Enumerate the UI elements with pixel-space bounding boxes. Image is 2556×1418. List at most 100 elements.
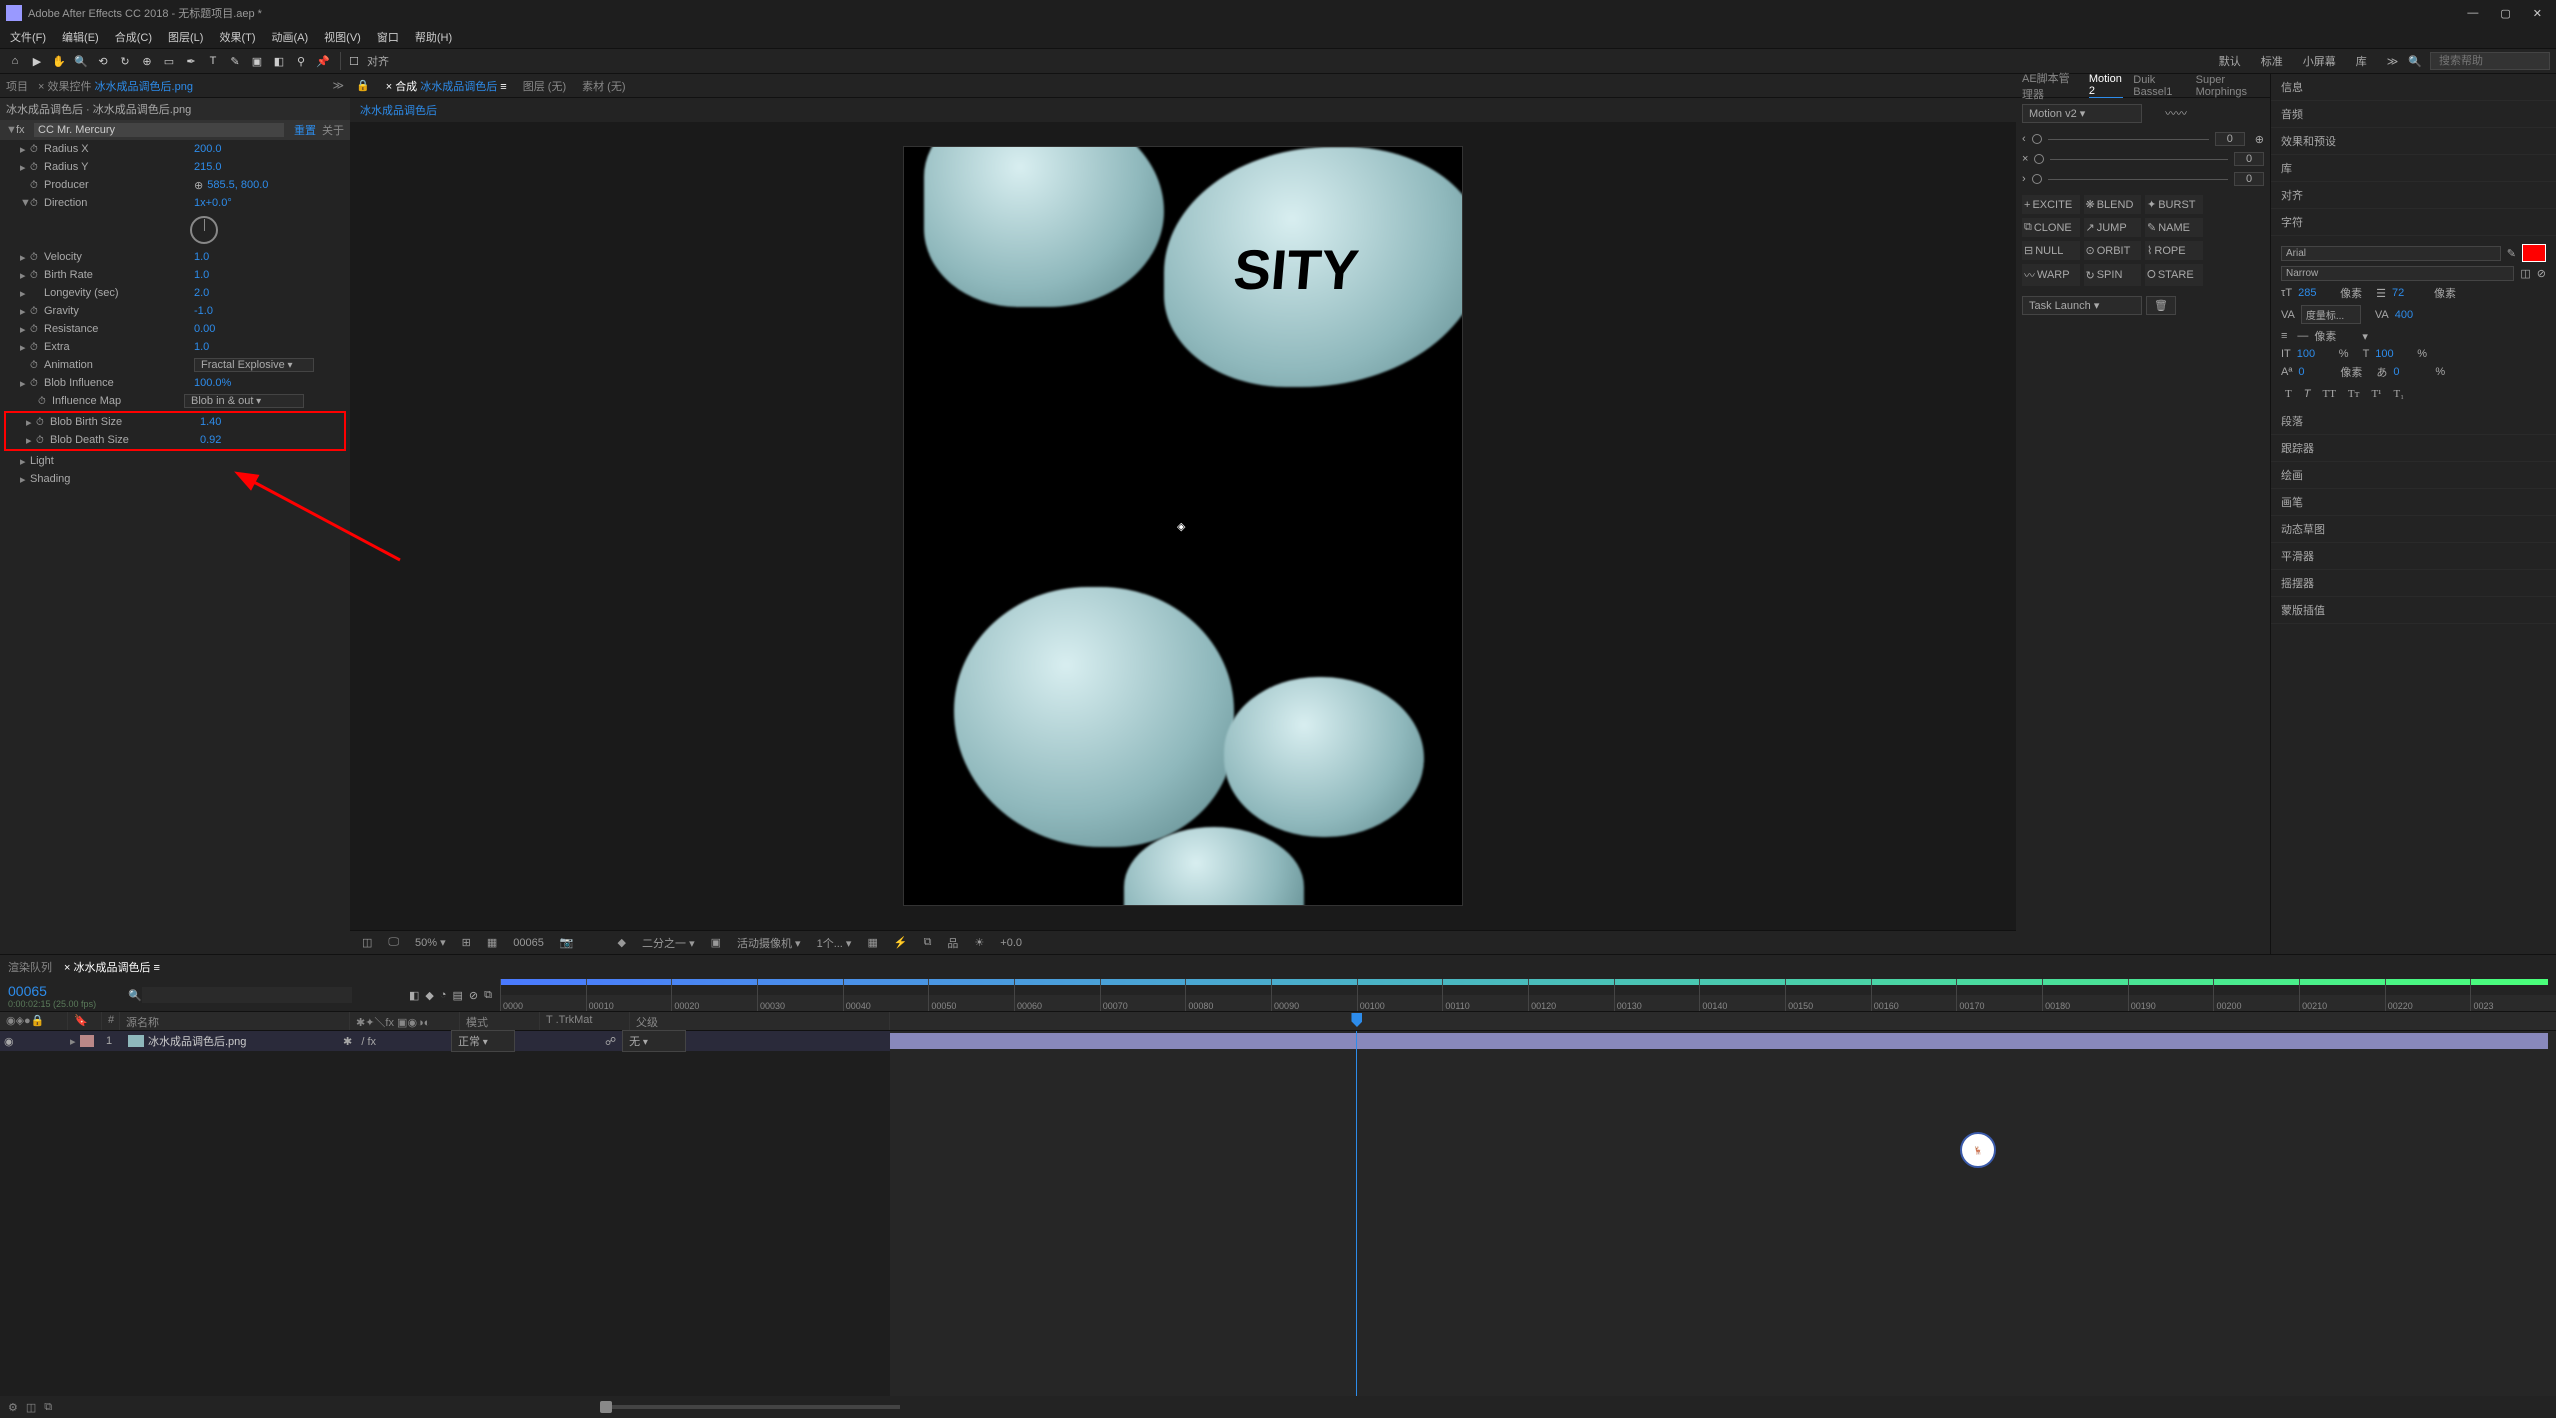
panel-audio[interactable]: 音频 (2271, 101, 2556, 128)
stopwatch-icon[interactable]: ⏱ (30, 342, 40, 353)
col-trkmat[interactable]: T .TrkMat (540, 1012, 630, 1030)
motion-blur-icon[interactable]: ⊘ (469, 989, 478, 1002)
pen-tool-icon[interactable]: ✒ (182, 52, 200, 70)
bold-button[interactable]: T (2281, 386, 2296, 402)
effect-name[interactable]: CC Mr. Mercury (34, 123, 284, 137)
color-swatch[interactable] (2522, 244, 2546, 262)
task-delete-button[interactable]: 🗑 (2146, 296, 2176, 315)
menu-layer[interactable]: 图层(L) (162, 27, 209, 47)
effect-about[interactable]: 关于 (322, 122, 344, 138)
ws-more[interactable]: ≫ (2377, 53, 2409, 70)
panel-menu-icon[interactable]: ≫ (332, 79, 344, 92)
flowchart-icon[interactable]: 品 (943, 935, 962, 951)
hscale-value[interactable]: 100 (2375, 348, 2411, 360)
font-dropdown[interactable]: Arial (2281, 246, 2501, 261)
panel-align[interactable]: 对齐 (2271, 182, 2556, 209)
tool-name[interactable]: ✎NAME (2145, 218, 2203, 237)
col-source[interactable]: 源名称 (120, 1012, 350, 1030)
stopwatch-icon[interactable]: ⏱ (30, 378, 40, 389)
panel-maskinterp[interactable]: 蒙版插值 (2271, 597, 2556, 624)
snap-toggle[interactable]: ☐ (345, 52, 363, 70)
canvas[interactable]: SITY ◈ (903, 146, 1463, 906)
graph-editor-icon[interactable]: ⧉ (484, 989, 492, 1002)
puppet-tool-icon[interactable]: 📌 (314, 52, 332, 70)
menu-effect[interactable]: 效果(T) (213, 27, 261, 47)
selection-tool-icon[interactable]: ▶ (28, 52, 46, 70)
panel-tracker[interactable]: 跟踪器 (2271, 435, 2556, 462)
tab-footage[interactable]: 素材 (无) (582, 78, 625, 94)
panel-brush[interactable]: 画笔 (2271, 489, 2556, 516)
timeline-search-input[interactable] (142, 987, 352, 1003)
tool-orbit[interactable]: ⊙ORBIT (2084, 241, 2142, 260)
kerning-dropdown[interactable]: 度量标... (2301, 305, 2361, 324)
visibility-icon[interactable]: ◉ (4, 1035, 20, 1048)
nofill-icon[interactable]: ⊘ (2537, 267, 2546, 280)
anchor-tool-icon[interactable]: ⊕ (138, 52, 156, 70)
menu-file[interactable]: 文件(F) (4, 27, 52, 47)
extra-value[interactable]: 1.0 (194, 341, 209, 353)
tool-spin[interactable]: ↻SPIN (2084, 264, 2142, 286)
menu-help[interactable]: 帮助(H) (409, 27, 458, 47)
display-icon[interactable]: 🖵 (384, 936, 403, 949)
maximize-button[interactable]: ▢ (2500, 7, 2510, 20)
fast-preview-icon[interactable]: ⚡ (890, 936, 912, 949)
panel-paragraph[interactable]: 段落 (2271, 408, 2556, 435)
direction-dial[interactable] (190, 216, 218, 244)
stopwatch-icon[interactable]: ⏱ (30, 162, 40, 173)
tsume-value[interactable]: 0 (2393, 366, 2429, 378)
stopwatch-icon[interactable]: ⏱ (30, 144, 40, 155)
stopwatch-icon[interactable]: ⏱ (30, 180, 40, 191)
radius-y-value[interactable]: 215.0 (194, 161, 222, 173)
search-icon[interactable]: 🔍 (128, 989, 142, 1002)
menu-window[interactable]: 窗口 (371, 27, 405, 47)
tab-motion2[interactable]: Motion 2 (2089, 73, 2123, 98)
stopwatch-icon[interactable]: ⏱ (30, 252, 40, 263)
toggle-in-out-icon[interactable]: ⧉ (44, 1401, 52, 1414)
font-size-value[interactable]: 285 (2298, 287, 2334, 299)
search-icon[interactable]: 🔍 (2408, 55, 2422, 68)
timecode-display[interactable]: 00065 (509, 937, 548, 949)
res-icon[interactable]: ⊞ (458, 936, 475, 949)
tool-null[interactable]: ⊟NULL (2022, 241, 2080, 260)
slider-handle[interactable] (2032, 134, 2042, 144)
zoom-dropdown[interactable]: 50% ▾ (411, 936, 450, 949)
velocity-value[interactable]: 1.0 (194, 251, 209, 263)
stroke-swatch[interactable]: ◫ (2520, 267, 2530, 280)
tool-excite[interactable]: +EXCITE (2022, 195, 2080, 214)
panel-smoother[interactable]: 平滑器 (2271, 543, 2556, 570)
transparency-icon[interactable]: ▦ (483, 936, 501, 949)
text-tool-icon[interactable]: T (204, 52, 222, 70)
tool-clone[interactable]: ⧉CLONE (2022, 218, 2080, 237)
roto-tool-icon[interactable]: ⚲ (292, 52, 310, 70)
time-ruler[interactable]: 0000000100002000030000400005000060000700… (500, 979, 2556, 1011)
timeline-track-area[interactable] (890, 1031, 2556, 1396)
gravity-value[interactable]: -1.0 (194, 305, 213, 317)
resolution-dropdown[interactable]: 二分之一 ▾ (638, 935, 699, 951)
tab-composition[interactable]: × 合成 冰水成品调色后 ≡ (386, 78, 507, 94)
close-button[interactable]: ✕ (2533, 7, 2542, 20)
panel-wiggler[interactable]: 摇摆器 (2271, 570, 2556, 597)
snapshot-icon[interactable]: 📷 (556, 936, 578, 949)
views-dropdown[interactable]: 1个... ▾ (813, 935, 856, 951)
help-search-input[interactable] (2430, 52, 2550, 70)
draft3d-icon[interactable]: ◆ (425, 989, 433, 1002)
blob-influence-value[interactable]: 100.0% (194, 377, 231, 389)
tab-layer[interactable]: 图层 (无) (523, 78, 566, 94)
tool-rope[interactable]: ⌇ROPE (2145, 241, 2203, 260)
tracking-value[interactable]: 400 (2395, 309, 2431, 321)
tool-blend[interactable]: ❋BLEND (2084, 195, 2142, 214)
ws-lib[interactable]: 库 (2346, 51, 2377, 71)
pixel-icon[interactable]: ▦ (863, 936, 881, 949)
hide-shy-icon[interactable]: ◔ (440, 989, 447, 1001)
menu-comp[interactable]: 合成(C) (109, 27, 158, 47)
stopwatch-icon[interactable]: ⏱ (36, 435, 46, 446)
exposure-value[interactable]: +0.0 (996, 937, 1026, 949)
superscript-button[interactable]: T¹ (2367, 386, 2385, 402)
toggle-modes-icon[interactable]: ◫ (26, 1401, 36, 1414)
tab-project[interactable]: 项目 (6, 78, 28, 94)
stopwatch-icon[interactable]: ⏱ (30, 270, 40, 281)
stopwatch-icon[interactable]: ⏱ (30, 324, 40, 335)
comp-mini-flowchart-icon[interactable]: ◧ (409, 989, 419, 1002)
stamp clone-tool-icon[interactable]: ▣ (248, 52, 266, 70)
tool-burst[interactable]: ✦BURST (2145, 195, 2203, 214)
